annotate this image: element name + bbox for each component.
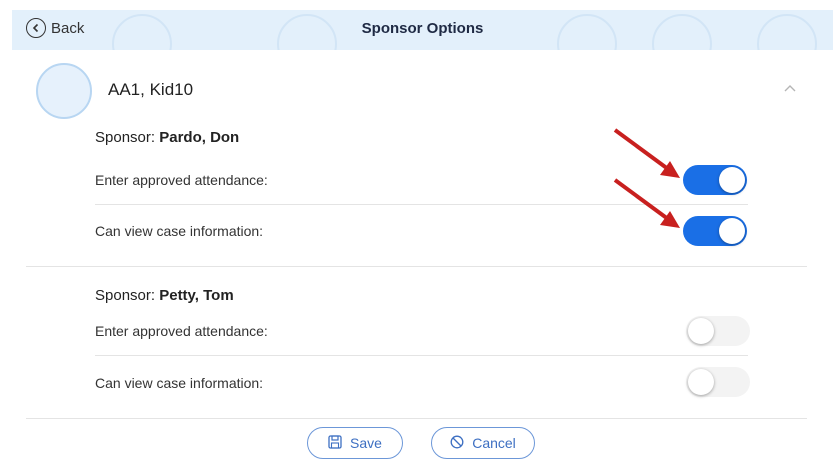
cancel-button[interactable]: Cancel (431, 427, 535, 459)
red-arrow-icon (613, 178, 680, 228)
sponsor-name: Pardo, Don (159, 129, 240, 146)
floppy-disk-icon (328, 434, 342, 452)
child-name: AA1, Kid10 (108, 80, 194, 99)
option-label: Enter approved attendance: (95, 323, 268, 339)
header-bar: Back Sponsor Options (12, 10, 833, 50)
chevron-up-icon[interactable] (784, 80, 796, 95)
toggle-knob (719, 218, 745, 244)
option-label: Enter approved attendance: (95, 172, 268, 188)
case-info-toggle[interactable] (683, 216, 747, 246)
sponsor-heading: Sponsor: Pardo, Don (95, 129, 239, 146)
page-title: Sponsor Options (361, 20, 484, 37)
sponsor-name: Petty, Tom (159, 287, 234, 304)
toggle-knob (719, 167, 745, 193)
sponsor-prefix: Sponsor: (95, 129, 160, 146)
case-info-toggle[interactable] (686, 367, 750, 397)
save-button[interactable]: Save (307, 427, 403, 459)
attendance-toggle[interactable] (686, 316, 750, 346)
option-label: Can view case information: (95, 375, 264, 391)
section-divider (26, 418, 807, 419)
cancel-label: Cancel (472, 435, 516, 451)
sponsor-heading: Sponsor: Petty, Tom (95, 287, 234, 304)
section-divider (26, 266, 807, 267)
toggle-knob (688, 369, 714, 395)
sponsor-prefix: Sponsor: (95, 287, 160, 304)
save-label: Save (350, 435, 382, 451)
toggle-knob (688, 318, 714, 344)
attendance-toggle[interactable] (683, 165, 747, 195)
option-label: Can view case information: (95, 223, 264, 239)
divider (95, 355, 748, 356)
cancel-circle-icon (450, 435, 464, 452)
avatar (36, 63, 92, 119)
